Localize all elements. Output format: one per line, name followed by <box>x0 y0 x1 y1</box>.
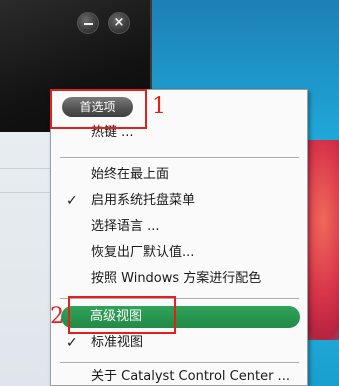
annotation-number-1: 1 <box>152 94 166 119</box>
menu-item-label: 按照 Windows 方案进行配色 <box>91 271 262 286</box>
menu-item-label: 标准视图 <box>91 335 144 350</box>
minimize-button[interactable] <box>77 12 99 34</box>
menu-item-label: 恢复出厂默认值... <box>91 245 195 260</box>
menu-item-enable-tray-menu[interactable]: ✓ 启用系统托盘菜单 <box>51 190 307 212</box>
annotation-box-1 <box>50 89 147 129</box>
screen: × 首选项 热键 ... 始终在最上面 ✓ 启用系统托盘菜单 选择语言 ... … <box>0 0 339 386</box>
checkmark-icon: ✓ <box>66 335 78 351</box>
menu-item-windows-color-scheme[interactable]: 按照 Windows 方案进行配色 <box>51 268 307 290</box>
menu-separator <box>60 362 299 364</box>
close-icon: × <box>113 15 125 30</box>
menu-item-select-language[interactable]: 选择语言 ... <box>51 216 307 238</box>
checkmark-icon: ✓ <box>66 193 78 209</box>
menu-item-label: 始终在最上面 <box>91 167 170 182</box>
menu-item-about[interactable]: 关于 Catalyst Control Center ... <box>51 366 307 386</box>
menu-item-restore-defaults[interactable]: 恢复出厂默认值... <box>51 242 307 264</box>
options-context-menu: 首选项 热键 ... 始终在最上面 ✓ 启用系统托盘菜单 选择语言 ... 恢复… <box>50 89 308 386</box>
menu-item-label: 关于 Catalyst Control Center ... <box>91 369 290 384</box>
divider <box>0 168 50 169</box>
close-button[interactable]: × <box>108 12 130 34</box>
window-content-area <box>0 132 50 386</box>
menu-item-label: 选择语言 ... <box>91 219 160 234</box>
menu-separator <box>60 157 299 159</box>
divider <box>0 192 50 193</box>
minimize-icon <box>84 23 93 25</box>
annotation-number-2: 2 <box>50 304 64 329</box>
menu-item-label: 启用系统托盘菜单 <box>91 193 196 208</box>
menu-item-always-on-top[interactable]: 始终在最上面 <box>51 164 307 186</box>
menu-item-standard-view[interactable]: ✓ 标准视图 <box>51 332 307 354</box>
annotation-box-2 <box>68 296 176 334</box>
